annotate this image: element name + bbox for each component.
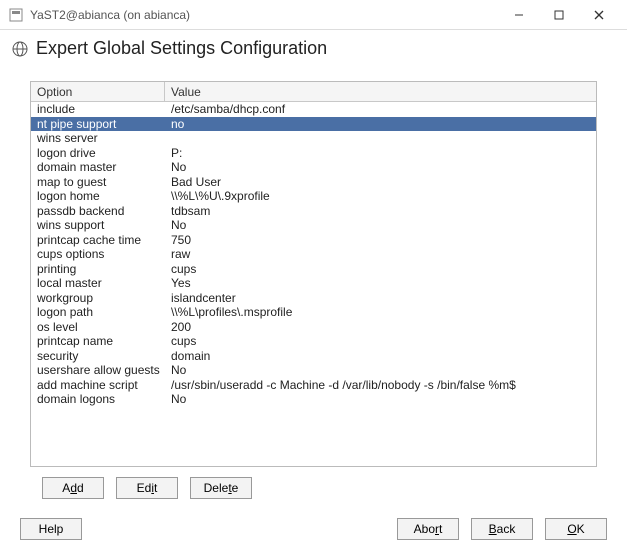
cell-value: No bbox=[165, 218, 596, 233]
cell-value: raw bbox=[165, 247, 596, 262]
ok-button[interactable]: OK bbox=[545, 518, 607, 540]
page-title: Expert Global Settings Configuration bbox=[36, 38, 327, 59]
cell-value: Bad User bbox=[165, 175, 596, 190]
table-row[interactable]: logon path\\%L\profiles\.msprofile bbox=[31, 305, 596, 320]
cell-option: printcap name bbox=[31, 334, 165, 349]
cell-option: nt pipe support bbox=[31, 117, 165, 132]
maximize-button[interactable] bbox=[539, 1, 579, 29]
cell-value: 200 bbox=[165, 320, 596, 335]
settings-table[interactable]: Option Value include/etc/samba/dhcp.conf… bbox=[30, 81, 597, 467]
cell-option: include bbox=[31, 102, 165, 117]
cell-option: printcap cache time bbox=[31, 233, 165, 248]
table-row[interactable]: securitydomain bbox=[31, 349, 596, 364]
cell-option: add machine script bbox=[31, 378, 165, 393]
globe-icon bbox=[10, 39, 30, 59]
cell-value: Yes bbox=[165, 276, 596, 291]
table-row[interactable]: printcap cache time750 bbox=[31, 233, 596, 248]
window-title: YaST2@abianca (on abianca) bbox=[30, 8, 190, 22]
table-row[interactable]: wins supportNo bbox=[31, 218, 596, 233]
table-row[interactable]: usershare allow guestsNo bbox=[31, 363, 596, 378]
cell-value bbox=[165, 131, 596, 146]
heading-row: Expert Global Settings Configuration bbox=[0, 30, 627, 63]
table-row[interactable]: printingcups bbox=[31, 262, 596, 277]
back-button[interactable]: Back bbox=[471, 518, 533, 540]
table-row[interactable]: os level200 bbox=[31, 320, 596, 335]
cell-value: \\%L\profiles\.msprofile bbox=[165, 305, 596, 320]
cell-value: P: bbox=[165, 146, 596, 161]
add-button[interactable]: Add bbox=[42, 477, 104, 499]
cell-option: map to guest bbox=[31, 175, 165, 190]
cell-option: security bbox=[31, 349, 165, 364]
table-row[interactable]: add machine script/usr/sbin/useradd -c M… bbox=[31, 378, 596, 393]
cell-option: logon home bbox=[31, 189, 165, 204]
cell-value: islandcenter bbox=[165, 291, 596, 306]
table-row[interactable]: wins server bbox=[31, 131, 596, 146]
titlebar: YaST2@abianca (on abianca) bbox=[0, 0, 627, 30]
cell-value: no bbox=[165, 117, 596, 132]
table-header: Option Value bbox=[31, 82, 596, 102]
table-row[interactable]: domain masterNo bbox=[31, 160, 596, 175]
app-icon bbox=[8, 7, 24, 23]
table-row[interactable]: logon driveP: bbox=[31, 146, 596, 161]
cell-value: 750 bbox=[165, 233, 596, 248]
cell-option: logon drive bbox=[31, 146, 165, 161]
table-row[interactable]: include/etc/samba/dhcp.conf bbox=[31, 102, 596, 117]
cell-value: \\%L\%U\.9xprofile bbox=[165, 189, 596, 204]
table-row[interactable]: map to guestBad User bbox=[31, 175, 596, 190]
cell-option: printing bbox=[31, 262, 165, 277]
cell-option: domain logons bbox=[31, 392, 165, 407]
cell-value: No bbox=[165, 363, 596, 378]
table-row[interactable]: domain logonsNo bbox=[31, 392, 596, 407]
cell-option: logon path bbox=[31, 305, 165, 320]
cell-option: domain master bbox=[31, 160, 165, 175]
cell-option: local master bbox=[31, 276, 165, 291]
table-row[interactable]: local masterYes bbox=[31, 276, 596, 291]
cell-option: workgroup bbox=[31, 291, 165, 306]
cell-value: domain bbox=[165, 349, 596, 364]
help-button[interactable]: Help bbox=[20, 518, 82, 540]
table-row[interactable]: cups optionsraw bbox=[31, 247, 596, 262]
table-row[interactable]: passdb backendtdbsam bbox=[31, 204, 596, 219]
table-row[interactable]: logon home\\%L\%U\.9xprofile bbox=[31, 189, 596, 204]
delete-button[interactable]: Delete bbox=[190, 477, 252, 499]
bottom-bar: Help Abort Back OK bbox=[0, 518, 627, 540]
table-row[interactable]: workgroupislandcenter bbox=[31, 291, 596, 306]
cell-option: passdb backend bbox=[31, 204, 165, 219]
cell-option: cups options bbox=[31, 247, 165, 262]
cell-value: cups bbox=[165, 262, 596, 277]
cell-option: wins support bbox=[31, 218, 165, 233]
cell-value: /etc/samba/dhcp.conf bbox=[165, 102, 596, 117]
column-header-option[interactable]: Option bbox=[31, 82, 165, 101]
cell-value: No bbox=[165, 160, 596, 175]
cell-option: wins server bbox=[31, 131, 165, 146]
cell-value: tdbsam bbox=[165, 204, 596, 219]
table-row[interactable]: printcap namecups bbox=[31, 334, 596, 349]
cell-option: os level bbox=[31, 320, 165, 335]
cell-value: /usr/sbin/useradd -c Machine -d /var/lib… bbox=[165, 378, 596, 393]
close-button[interactable] bbox=[579, 1, 619, 29]
cell-option: usershare allow guests bbox=[31, 363, 165, 378]
cell-value: No bbox=[165, 392, 596, 407]
minimize-button[interactable] bbox=[499, 1, 539, 29]
edit-button[interactable]: Edit bbox=[116, 477, 178, 499]
abort-button[interactable]: Abort bbox=[397, 518, 459, 540]
table-row[interactable]: nt pipe supportno bbox=[31, 117, 596, 132]
cell-value: cups bbox=[165, 334, 596, 349]
column-header-value[interactable]: Value bbox=[165, 82, 596, 101]
